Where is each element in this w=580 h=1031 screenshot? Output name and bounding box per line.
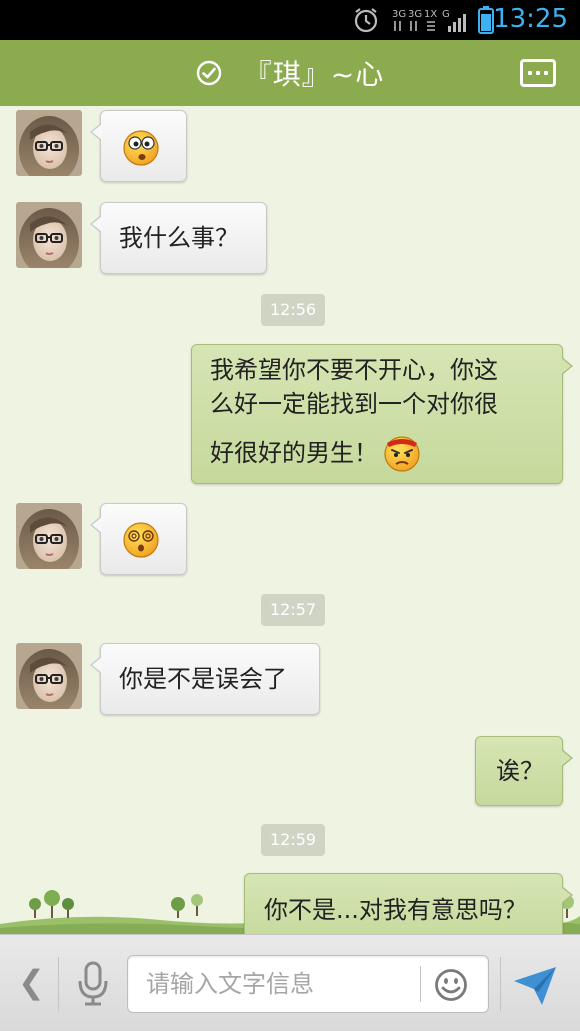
message-timestamp: 12:57 [261,594,326,626]
clock-time: 13:25 [493,4,568,34]
message-text-line: 么好一定能找到一个对你很 [210,390,498,418]
verified-check-icon [196,60,221,86]
avatar-image [16,110,82,176]
message-text: 我什么事？ [119,224,239,252]
message-bubble-outgoing[interactable]: 你不是...对我有意思吗？ [244,873,573,934]
svg-text:G: G [442,9,450,20]
smiley-icon[interactable] [434,968,468,1002]
message-text: 你是不是误会了 [119,665,287,693]
microphone-icon[interactable] [76,961,110,1007]
svg-text:3G: 3G [392,9,406,20]
avatar[interactable] [16,110,82,176]
message-bubble-incoming[interactable] [90,110,187,182]
alarm-icon [354,8,378,33]
surprised-face-emoji-icon [123,130,159,166]
message-text: 你不是...对我有意思吗？ [264,896,527,924]
avatar[interactable] [16,643,82,709]
message-bubble-outgoing[interactable]: 诶？ [475,736,573,806]
svg-text:1X: 1X [424,9,437,20]
message-bubble-outgoing[interactable]: 我希望你不要不开心，你这 么好一定能找到一个对你很 好很好的男生！ [191,344,573,484]
more-menu-icon[interactable] [520,59,556,87]
message-timestamp: 12:59 [261,824,326,856]
message-text-input[interactable] [146,956,416,1012]
avatar[interactable] [16,503,82,569]
message-input-bar: ❮ [0,934,580,1031]
message-bubble-incoming[interactable]: 你是不是误会了 [90,643,320,715]
chat-message-list[interactable]: 我什么事？ 12:56 我希望你不要不开心，你这 么好一定能找到一个对你很 好很… [0,106,580,934]
angry-face-emoji-icon [384,436,420,472]
status-bar: 3G 3G 1X G 13:25 [0,0,580,40]
message-bubble-incoming[interactable] [90,503,187,575]
svg-text:3G: 3G [408,9,422,20]
back-arrow-icon[interactable]: ❮ [18,963,45,1001]
dizzy-face-emoji-icon [123,522,159,558]
message-timestamp: 12:56 [261,294,326,326]
message-text-input-container [127,955,489,1013]
contact-name: 『琪』~心 [243,58,385,91]
send-icon[interactable] [512,965,558,1007]
divider [58,957,59,1011]
avatar-image [16,643,82,709]
message-bubble-incoming[interactable]: 我什么事？ [90,202,267,274]
signal-icon: 3G 3G 1X G [392,9,466,32]
battery-icon [478,6,494,34]
divider [420,966,421,1002]
avatar[interactable] [16,202,82,268]
divider [500,957,501,1011]
avatar-image [16,503,82,569]
message-text-line: 好很好的男生！ [210,439,378,467]
avatar-image [16,202,82,268]
chat-header: 『琪』~心 [0,40,580,112]
message-text: 诶？ [496,757,544,785]
message-text-line: 我希望你不要不开心，你这 [210,356,498,384]
